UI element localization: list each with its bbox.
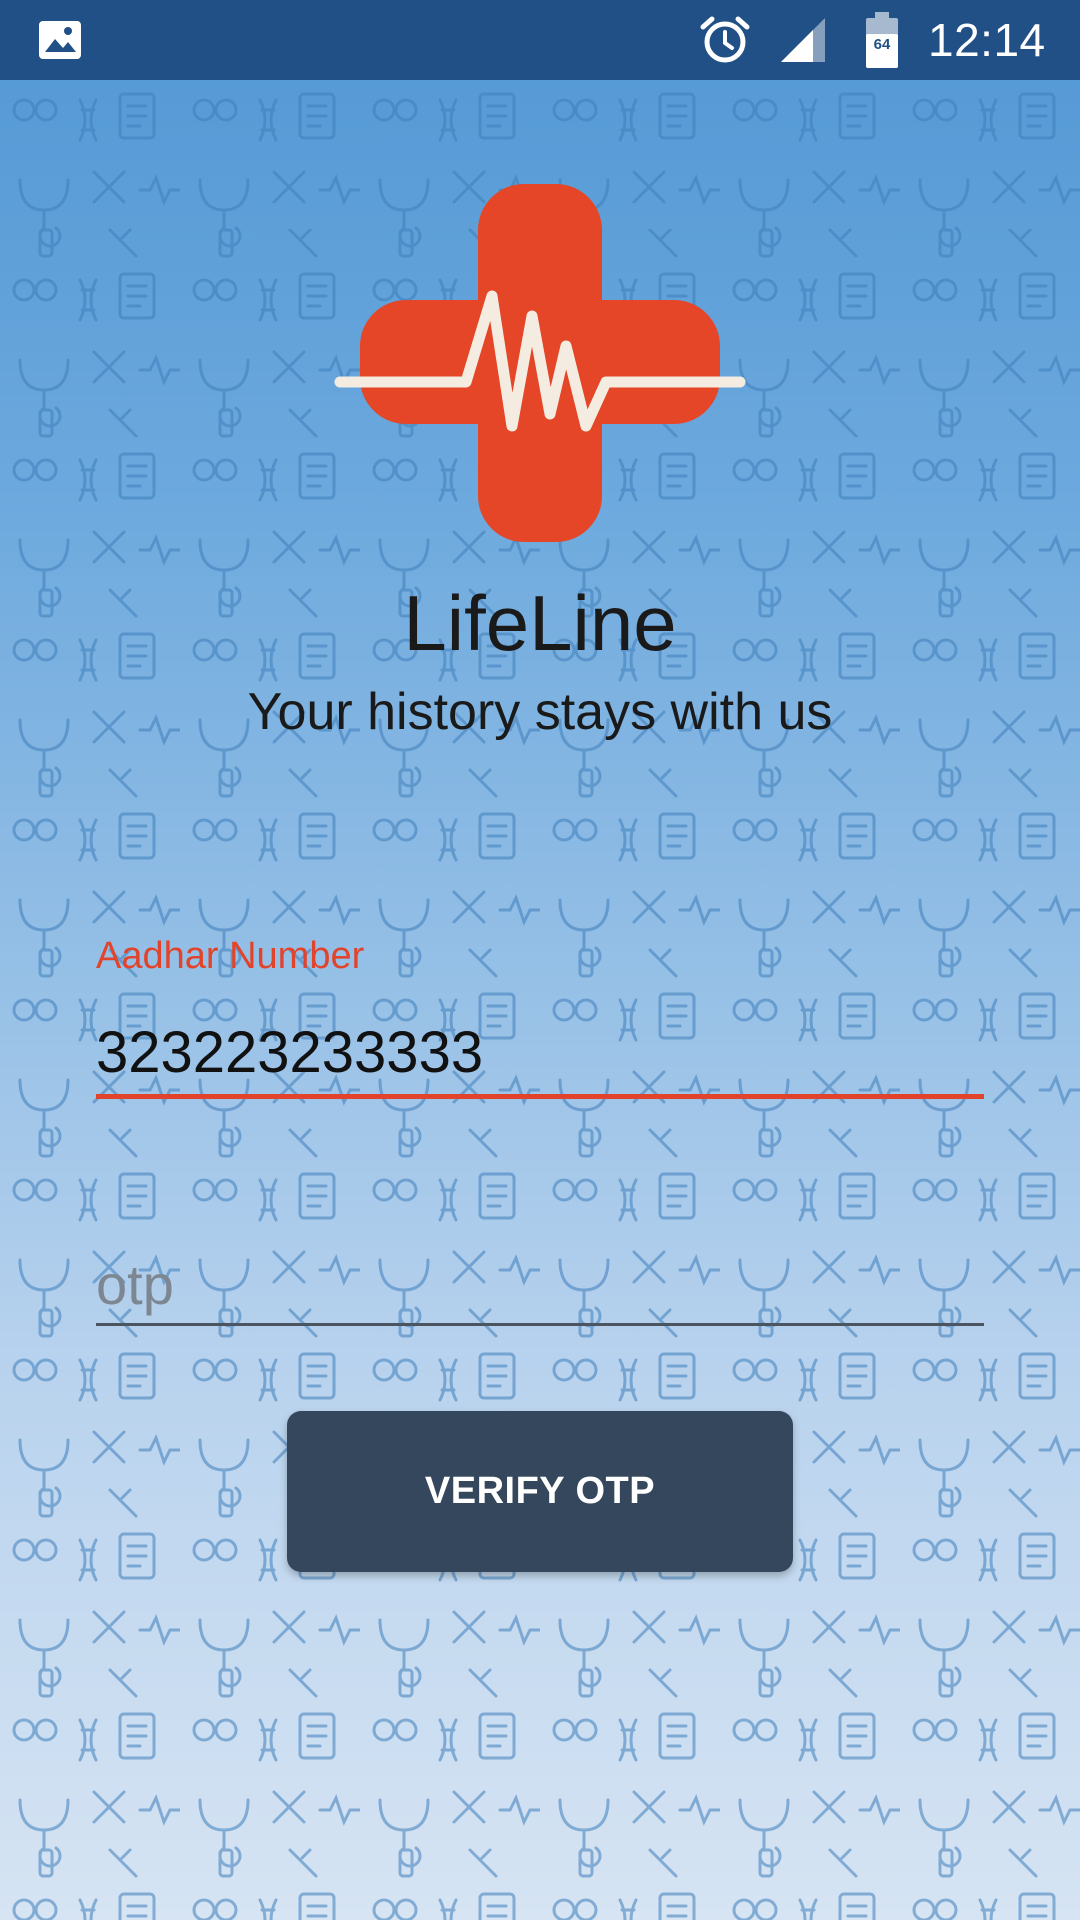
aadhar-number-input[interactable] bbox=[96, 1010, 984, 1099]
battery-level: 64 bbox=[873, 35, 891, 53]
verify-otp-button[interactable]: VERIFY OTP bbox=[287, 1411, 793, 1572]
status-clock: 12:14 bbox=[928, 14, 1046, 66]
app-tagline: Your history stays with us bbox=[247, 683, 833, 741]
otp-input[interactable] bbox=[96, 1246, 984, 1326]
gallery-icon bbox=[36, 0, 84, 80]
alarm-clock-icon bbox=[698, 0, 752, 80]
status-bar: 64 12:14 bbox=[0, 0, 1080, 80]
aadhar-number-label: Aadhar Number bbox=[96, 935, 365, 977]
medical-cross-heartbeat-icon bbox=[334, 184, 746, 542]
cellular-signal-icon bbox=[778, 0, 828, 80]
login-screen: 64 12:14 LifeLine Your history stays wit… bbox=[0, 0, 1080, 1920]
battery-icon: 64 bbox=[862, 0, 902, 80]
app-title: LifeLine bbox=[403, 579, 677, 667]
